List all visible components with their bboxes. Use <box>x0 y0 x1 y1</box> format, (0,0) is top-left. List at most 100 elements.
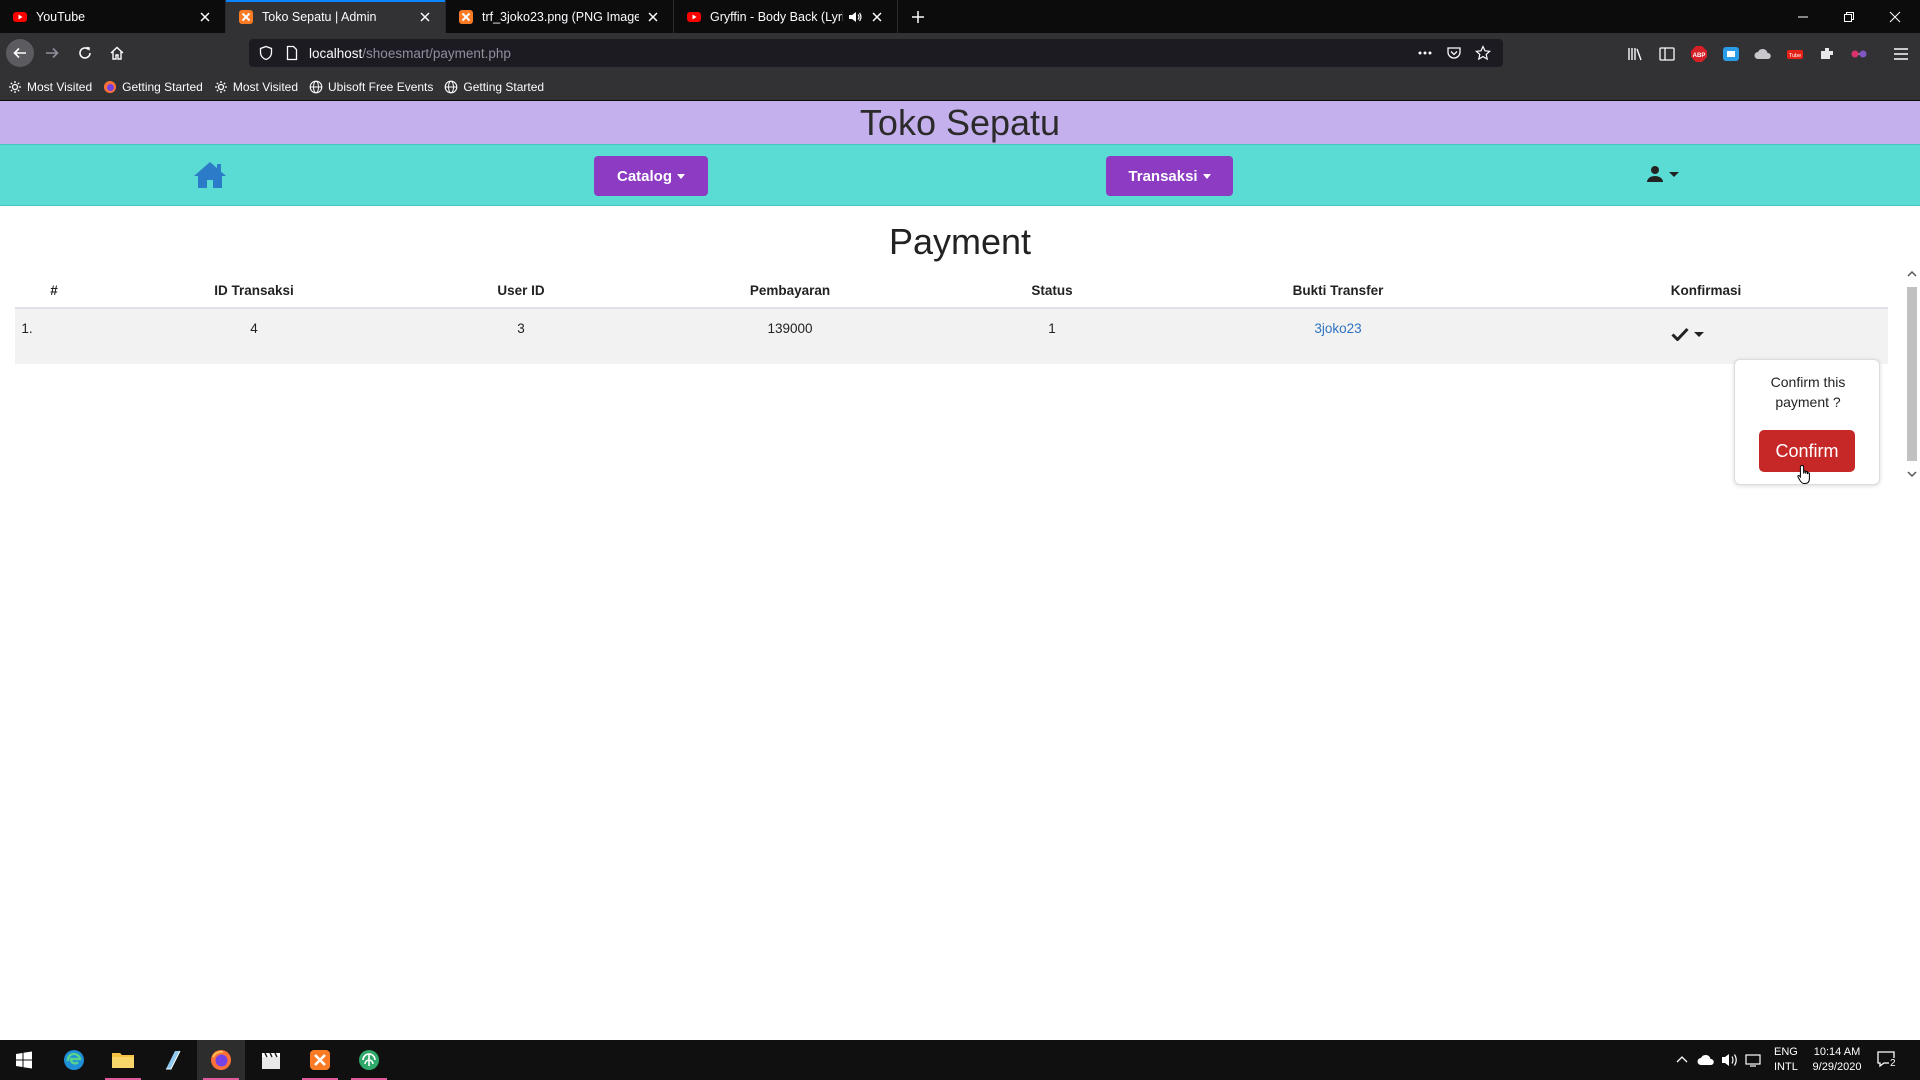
notification-count-badge: 2 <box>1889 1058 1897 1069</box>
url-host: localhost <box>309 46 363 61</box>
check-icon <box>1671 327 1689 341</box>
close-tab-icon[interactable] <box>869 9 885 25</box>
sidebar-icon[interactable] <box>1658 45 1676 63</box>
home-button[interactable] <box>103 39 131 67</box>
tab-png-image[interactable]: trf_3joko23.png (PNG Image, 3 <box>446 0 674 33</box>
reload-button[interactable] <box>71 39 99 67</box>
speaker-icon[interactable] <box>847 9 863 25</box>
scroll-down-arrow-icon[interactable] <box>1907 469 1917 479</box>
taskbar-edge[interactable] <box>50 1040 98 1080</box>
bookmark-getting-started[interactable]: Getting Started <box>444 80 544 94</box>
user-menu-dropdown[interactable] <box>1646 165 1679 183</box>
scroll-up-arrow-icon[interactable] <box>1907 269 1917 279</box>
taskbar-firefox[interactable] <box>197 1040 245 1080</box>
caret-down-icon <box>677 173 685 179</box>
globe-icon <box>445 80 458 93</box>
close-tab-icon[interactable] <box>197 9 213 25</box>
clock-date: 9/29/2020 <box>1812 1061 1862 1073</box>
catalog-label: Catalog <box>616 167 672 185</box>
catalog-dropdown-button[interactable]: Catalog <box>594 156 708 196</box>
close-window-button[interactable] <box>1872 0 1918 33</box>
more-icon[interactable] <box>1417 45 1433 61</box>
tab-toko-sepatu-admin[interactable]: Toko Sepatu | Admin <box>226 0 446 33</box>
gear-icon <box>214 80 227 93</box>
input-language-indicator[interactable]: ENG INTL <box>1774 1045 1798 1075</box>
bookmark-label: Getting Started <box>122 79 203 94</box>
clapperboard-icon <box>262 1052 280 1069</box>
url-bar[interactable]: localhost/shoesmart/payment.php <box>249 39 1503 67</box>
library-icon[interactable] <box>1626 45 1644 63</box>
bookmarks-toolbar: Most Visited Getting Started Most Visite… <box>0 73 1920 101</box>
new-tab-button[interactable] <box>898 0 938 33</box>
green-app-icon <box>359 1050 379 1070</box>
taskbar-notepad[interactable] <box>148 1040 196 1080</box>
notepad-icon <box>166 1050 181 1070</box>
popover-message: Confirm this payment ? <box>1770 374 1846 410</box>
cell-user-id: 3 <box>517 321 525 336</box>
column-header-status: Status <box>1031 283 1073 298</box>
svg-text:ABP: ABP <box>1693 53 1706 59</box>
tab-gryffin-body-back[interactable]: Gryffin - Body Back (Lyrics) <box>674 0 898 33</box>
confirm-dropdown-toggle[interactable] <box>1671 327 1704 341</box>
cloud-extension-icon[interactable] <box>1754 45 1772 63</box>
bookmark-most-visited[interactable]: Most Visited <box>8 80 92 94</box>
clock-time: 10:14 AM <box>1813 1046 1861 1058</box>
home-icon[interactable] <box>193 160 227 190</box>
column-header-konfirmasi: Konfirmasi <box>1670 283 1742 298</box>
close-tab-icon[interactable] <box>645 9 661 25</box>
inner-scrollbar[interactable] <box>1904 265 1920 483</box>
firefox-icon <box>211 1050 231 1070</box>
chevron-up-icon[interactable] <box>1676 1054 1688 1066</box>
taskbar-video-editor[interactable] <box>247 1040 295 1080</box>
cloud-icon[interactable] <box>1697 1052 1715 1068</box>
cell-number: 1. <box>21 321 33 336</box>
tab-youtube[interactable]: YouTube <box>0 0 226 33</box>
bookmark-label: Ubisoft Free Events <box>328 79 434 94</box>
taskbar-app[interactable] <box>345 1040 393 1080</box>
restore-icon <box>1844 11 1854 22</box>
xampp-icon <box>459 9 473 24</box>
cell-id-transaksi: 4 <box>250 321 258 336</box>
transaksi-dropdown-button[interactable]: Transaksi <box>1106 156 1233 196</box>
column-header-bukti-transfer: Bukti Transfer <box>1292 283 1384 298</box>
bookmark-getting-started[interactable]: Getting Started <box>103 80 203 94</box>
youtube-extension-icon[interactable]: Tube <box>1786 45 1804 63</box>
close-tab-icon[interactable] <box>417 9 433 25</box>
translate-extension-icon[interactable] <box>1722 45 1740 63</box>
scrollbar-thumb[interactable] <box>1907 287 1917 461</box>
network-icon[interactable] <box>1745 1052 1763 1068</box>
table-row: 1. 4 3 139000 1 3joko23 <box>15 309 1888 364</box>
forward-button[interactable] <box>38 39 66 67</box>
puzzle-extension-icon[interactable] <box>1818 45 1836 63</box>
tab-title: trf_3joko23.png (PNG Image, 3 <box>482 9 639 24</box>
reload-icon <box>79 46 91 59</box>
minimize-button[interactable] <box>1780 0 1826 33</box>
glasses-extension-icon[interactable] <box>1850 45 1868 63</box>
column-header-user-id: User ID <box>497 283 545 298</box>
taskbar-xampp[interactable] <box>296 1040 344 1080</box>
shield-icon <box>259 45 273 61</box>
system-clock[interactable]: 10:14 AM 9/29/2020 <box>1805 1045 1869 1075</box>
bukti-transfer-link[interactable]: 3joko23 <box>1314 321 1361 336</box>
star-icon[interactable] <box>1475 45 1491 61</box>
taskbar-file-explorer[interactable] <box>99 1040 147 1080</box>
restore-button[interactable] <box>1826 0 1872 33</box>
user-icon <box>1647 166 1663 182</box>
page-title: Payment <box>888 221 1032 262</box>
page-icon <box>286 45 298 61</box>
bookmark-ubisoft-free-events[interactable]: Ubisoft Free Events <box>309 80 433 94</box>
adblock-plus-icon[interactable]: ABP <box>1690 45 1708 63</box>
back-button[interactable] <box>6 39 34 67</box>
menu-icon[interactable] <box>1892 45 1910 63</box>
column-header-pembayaran: Pembayaran <box>749 283 831 298</box>
tab-title: Toko Sepatu | Admin <box>262 9 377 24</box>
column-header-id-transaksi: ID Transaksi <box>214 283 294 298</box>
transaksi-label: Transaksi <box>1128 167 1198 185</box>
pocket-icon[interactable] <box>1446 45 1462 61</box>
start-button[interactable] <box>0 1040 48 1080</box>
action-center-button[interactable]: 2 <box>1876 1050 1900 1072</box>
hand-cursor-icon <box>1797 464 1810 484</box>
volume-icon[interactable] <box>1721 1052 1739 1068</box>
bookmark-most-visited[interactable]: Most Visited <box>214 80 298 94</box>
language-code: ENG <box>1774 1046 1798 1058</box>
